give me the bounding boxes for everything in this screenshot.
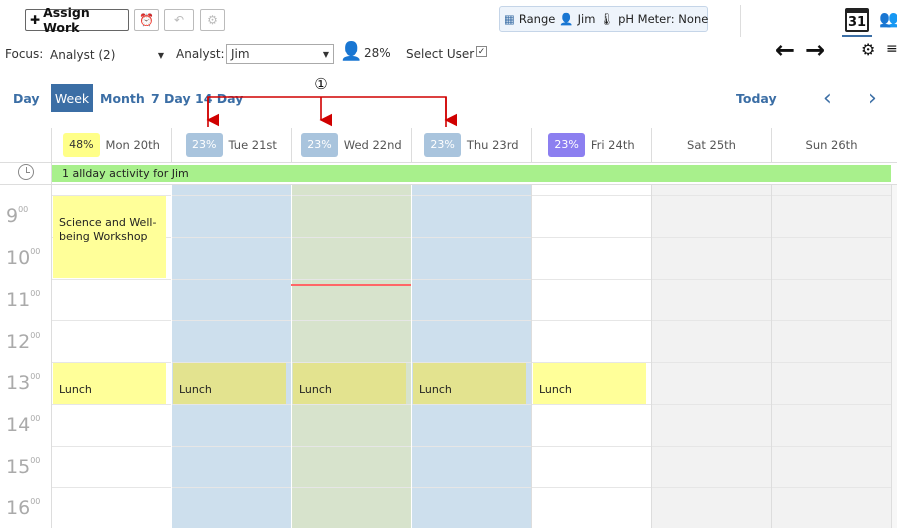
hour-label: 1300 xyxy=(6,372,41,394)
callout-line xyxy=(207,96,447,127)
hour-label: 900 xyxy=(6,205,29,227)
calendar-icon: ▦ xyxy=(504,12,515,26)
day-workload-badge: 23% xyxy=(548,133,585,157)
select-user-label: Select User xyxy=(406,47,475,61)
day-header-sun[interactable]: Sun 26th xyxy=(771,128,891,162)
clock-icon xyxy=(18,164,34,180)
prev-period-icon[interactable]: ‹ xyxy=(823,86,832,111)
select-user-checkbox[interactable]: ✓ xyxy=(476,46,487,57)
next-arrow-icon[interactable]: → xyxy=(805,36,825,64)
prev-arrow-icon[interactable]: ← xyxy=(775,36,795,64)
analyst-person-icon: 👤 xyxy=(340,41,363,62)
toolbar-divider xyxy=(740,5,741,37)
view-month[interactable]: Month xyxy=(100,91,145,106)
dropdown-arrow-icon: ▼ xyxy=(157,50,164,60)
event-lunch-fri[interactable]: Lunch xyxy=(533,363,646,404)
hour-label: 1000 xyxy=(6,247,41,269)
menu-icon[interactable]: ≡ xyxy=(886,41,897,57)
grid-line xyxy=(291,185,292,528)
calendar-view-icon[interactable]: 31 xyxy=(845,8,869,32)
range-selector[interactable]: ▦ Range 👤 Jim 🌡 pH Meter: None xyxy=(499,6,708,32)
analyst-select[interactable]: Jim ▼ xyxy=(226,44,334,64)
event-lunch-wed[interactable]: Lunch xyxy=(293,363,406,404)
day-header-wed[interactable]: 23% Wed 22nd xyxy=(291,128,411,162)
process-button[interactable]: ⚙ xyxy=(200,9,225,31)
undo-button[interactable]: ↶ xyxy=(164,9,194,31)
focus-select[interactable]: Analyst (2) ▼ xyxy=(46,45,168,65)
today-button[interactable]: Today xyxy=(736,91,777,106)
active-view-underline xyxy=(842,35,872,37)
undo-icon: ↶ xyxy=(173,13,185,27)
day-header-tue[interactable]: 23% Tue 21st xyxy=(171,128,291,162)
event-lunch-tue[interactable]: Lunch xyxy=(173,363,286,404)
hour-label: 1100 xyxy=(6,289,41,311)
view-day[interactable]: Day xyxy=(13,91,40,106)
callout-arrows xyxy=(206,96,458,127)
day-workload-badge: 23% xyxy=(424,133,461,157)
hour-label: 1200 xyxy=(6,331,41,353)
grid-line xyxy=(171,185,172,528)
dropdown-arrow-icon: ▼ xyxy=(322,49,329,59)
workload-percent: 28% xyxy=(364,46,391,60)
grid-line xyxy=(51,128,52,528)
view-week[interactable]: Week xyxy=(51,84,93,112)
hour-label: 1600 xyxy=(6,497,41,519)
grid-line xyxy=(771,185,772,528)
view-7-day[interactable]: 7 Day xyxy=(151,91,191,106)
gears-icon: ⚙ xyxy=(207,13,218,27)
event-lunch-thu[interactable]: Lunch xyxy=(413,363,526,404)
current-time-line xyxy=(291,284,411,286)
assign-work-button[interactable]: ✚ Assign Work xyxy=(25,5,129,35)
event-workshop[interactable]: Science and Well-being Workshop xyxy=(53,196,166,278)
event-lunch-mon[interactable]: Lunch xyxy=(53,363,166,404)
analyst-label: Analyst: xyxy=(176,47,225,61)
day-workload-badge: 48% xyxy=(63,133,100,157)
day-workload-badge: 23% xyxy=(186,133,223,157)
grid-line xyxy=(0,184,897,185)
thermometer-icon: 🌡 xyxy=(599,12,615,26)
grid-line xyxy=(0,162,897,163)
day-header-thu[interactable]: 23% Thu 23rd xyxy=(411,128,531,162)
day-workload-badge: 23% xyxy=(301,133,338,157)
allday-activity-bar[interactable]: 1 allday activity for Jim xyxy=(52,165,891,182)
alarm-clock-icon: ⏰ xyxy=(139,13,154,27)
grid-line xyxy=(531,185,532,528)
day-header-mon[interactable]: 48% Mon 20th xyxy=(51,128,171,162)
settings-gear-icon[interactable]: ⚙ xyxy=(861,40,875,59)
grid-line xyxy=(651,185,652,528)
alarm-button[interactable]: ⏰ xyxy=(134,9,159,31)
assign-work-icon: ✚ xyxy=(30,13,41,27)
focus-label: Focus: xyxy=(5,47,44,61)
grid-line xyxy=(411,185,412,528)
day-header-fri[interactable]: 23% Fri 24th xyxy=(531,128,651,162)
user-icon: 👤 xyxy=(559,12,574,26)
hour-label: 1500 xyxy=(6,456,41,478)
hour-label: 1400 xyxy=(6,414,41,436)
users-icon[interactable]: 👥 xyxy=(879,9,897,28)
day-header-sat[interactable]: Sat 25th xyxy=(651,128,771,162)
scrollbar[interactable] xyxy=(891,185,897,528)
next-period-icon[interactable]: › xyxy=(868,86,877,111)
